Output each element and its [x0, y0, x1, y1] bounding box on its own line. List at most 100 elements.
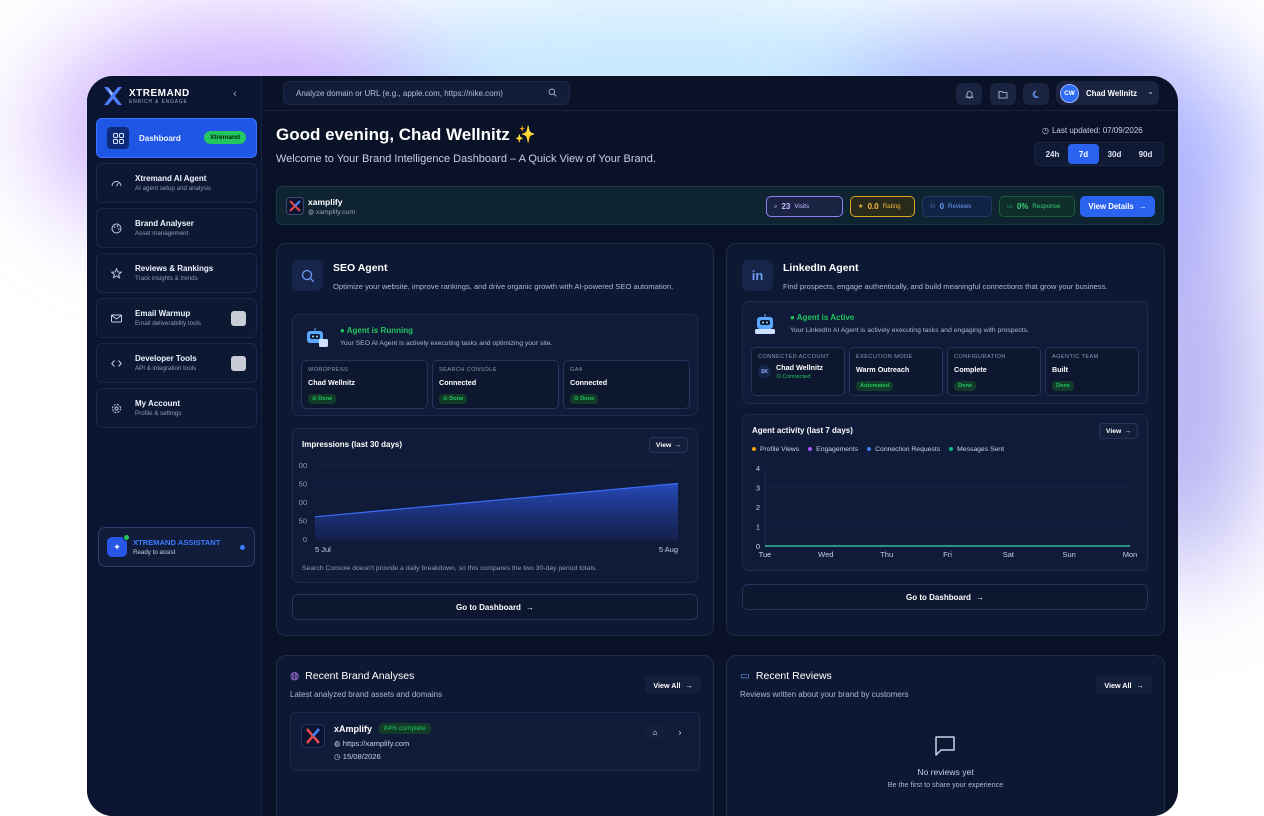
- status-badge: ⊙ Done: [570, 394, 599, 404]
- sidebar-item-label: Developer Tools: [135, 354, 197, 363]
- seo-go-to-dashboard-button[interactable]: Go to Dashboard →: [292, 594, 698, 620]
- sidebar-item-developer-tools[interactable]: Developer Tools API & integration tools: [96, 343, 257, 383]
- collapse-sidebar-icon[interactable]: ‹: [233, 88, 237, 100]
- ga4-tile[interactable]: GA4 Connected ⊙ Done: [563, 360, 690, 409]
- range-7d[interactable]: 7d: [1068, 144, 1099, 164]
- reviews-stat[interactable]: ⚇ 0 Reviews: [922, 196, 992, 217]
- page-title: Good evening, Chad Wellnitz ✨: [276, 125, 536, 144]
- range-90d[interactable]: 90d: [1130, 144, 1161, 164]
- x-tick-label: Wed: [818, 550, 833, 559]
- star-icon: [107, 264, 125, 282]
- empty-reviews-sub: Be the first to share your experience: [887, 780, 1004, 789]
- account-avatar: SK: [758, 365, 771, 378]
- analyses-view-all-button[interactable]: View All →: [645, 676, 701, 694]
- linkedin-go-to-dashboard-button[interactable]: Go to Dashboard →: [742, 584, 1148, 610]
- folder-icon: [998, 90, 1008, 98]
- y-tick-label: 2: [756, 503, 760, 512]
- sidebar-item-label: Dashboard: [139, 133, 181, 143]
- status-badge: Done: [954, 381, 976, 391]
- robot-icon: [303, 325, 329, 349]
- x-tick-label: Mon: [1123, 550, 1138, 559]
- sidebar-item-label: Xtremand AI Agent: [135, 174, 207, 183]
- x-tick-label: Sun: [1062, 550, 1075, 559]
- analysis-url: ◍ https://xamplify.com: [334, 739, 410, 748]
- sidebar-item-label: Brand Analyser: [135, 219, 194, 228]
- last-updated-text: Last updated: 07/09/2026: [1051, 126, 1143, 135]
- linkedin-agent-description: Find prospects, engage authentically, an…: [783, 282, 1108, 291]
- gear-icon: [107, 399, 125, 417]
- recent-reviews-sub: Reviews written about your brand by cust…: [740, 690, 909, 699]
- legend-connection-requests: Connection Requests: [867, 446, 940, 453]
- activity-chart-title: Agent activity (last 7 days): [752, 426, 853, 435]
- range-24h[interactable]: 24h: [1037, 144, 1068, 164]
- notifications-button[interactable]: [956, 83, 982, 105]
- status-badge: ⊙ Done: [439, 394, 468, 404]
- sidebar-item-email-warmup[interactable]: Email Warmup Email deliverability tools: [96, 298, 257, 338]
- recent-reviews-card: ▭ Recent Reviews Reviews written about yo…: [726, 655, 1165, 816]
- y-tick-label: 0: [303, 535, 307, 544]
- tag-icon: ⌂: [652, 727, 658, 737]
- view-details-button[interactable]: View Details →: [1080, 196, 1155, 217]
- execution-mode-tile[interactable]: EXECUTION MODE Warm Outreach Automated: [849, 347, 943, 396]
- sidebar-item-reviews[interactable]: Reviews & Rankings Track insights & trend…: [96, 253, 257, 293]
- activity-view-button[interactable]: View →: [1099, 423, 1138, 439]
- logo[interactable]: XTREMAND ENRICH & ENGAGE: [101, 84, 190, 108]
- grid-icon: [107, 127, 129, 149]
- y-tick-label: 50: [299, 517, 307, 526]
- sidebar-item-brand-analyser[interactable]: Brand Analyser Asset management: [96, 208, 257, 248]
- legend-messages-sent: Messages Sent: [949, 446, 1004, 453]
- chat-icon: ▭: [1007, 203, 1013, 210]
- arrow-right-icon: →: [1124, 427, 1132, 435]
- x-tick-label: Thu: [880, 550, 893, 559]
- gauge-icon: [107, 174, 125, 192]
- connected-account-tile[interactable]: CONNECTED ACCOUNT SK Chad Wellnitz ⊙ Con…: [751, 347, 845, 396]
- sidebar-item-my-account[interactable]: My Account Profile & settings: [96, 388, 257, 428]
- response-stat[interactable]: ▭ 0% Response: [999, 196, 1075, 217]
- x-tick-label: 5 Jul: [315, 545, 331, 554]
- arrow-right-icon: →: [685, 680, 693, 690]
- sparkle-icon: ✦: [107, 534, 130, 557]
- sidebar-item-ai-agent[interactable]: Xtremand AI Agent AI agent setup and anal…: [96, 163, 257, 203]
- impressions-view-button[interactable]: View →: [649, 437, 688, 453]
- linkedin-agent-title: LinkedIn Agent: [783, 262, 859, 274]
- search-icon[interactable]: [548, 88, 557, 99]
- arrow-right-icon: →: [975, 592, 984, 602]
- robot-icon: [753, 312, 779, 336]
- reviews-view-all-button[interactable]: View All →: [1096, 676, 1152, 694]
- theme-toggle-button[interactable]: [1023, 83, 1049, 105]
- open-analysis-button[interactable]: ›: [670, 724, 690, 740]
- assistant-button[interactable]: ✦ XTREMAND ASSISTANT Ready to assist: [98, 527, 255, 567]
- tag-button[interactable]: ⌂: [645, 724, 665, 740]
- y-tick-label: 1: [756, 523, 760, 532]
- configuration-tile[interactable]: CONFIGURATION Complete Done: [947, 347, 1041, 396]
- assistant-online-dot: [240, 545, 245, 550]
- impressions-chart-box: Impressions (last 30 days) View → 00 50 00 5…: [292, 428, 698, 583]
- analysis-brand-name: xAmplify: [334, 724, 373, 734]
- wordpress-tile[interactable]: WORDPRESS Chad Wellnitz ⊙ Done: [301, 360, 428, 409]
- search-console-tile[interactable]: SEARCH CONSOLE Connected ⊙ Done: [432, 360, 559, 409]
- x-tick-label: Tue: [759, 550, 772, 559]
- range-30d[interactable]: 30d: [1099, 144, 1130, 164]
- activity-chart-box: Agent activity (last 7 days) View → Profi…: [742, 414, 1148, 571]
- connected-status: ⊙ Connected: [776, 374, 811, 380]
- agentic-team-tile[interactable]: AGENTIC TEAM Built Done: [1045, 347, 1139, 396]
- arrow-right-icon: →: [674, 441, 682, 449]
- lock-icon: [231, 356, 246, 371]
- linkedin-status-title: ● Agent is Active: [790, 313, 855, 322]
- seo-status-title: ● Agent is Running: [340, 326, 413, 335]
- folder-button[interactable]: [990, 83, 1016, 105]
- palette-icon: [107, 219, 125, 237]
- user-name: Chad Wellnitz: [1086, 88, 1137, 98]
- rating-stat[interactable]: ★ 0.0 Rating: [850, 196, 915, 217]
- assistant-title: XTREMAND ASSISTANT: [133, 538, 221, 547]
- x-tick-label: Sat: [1003, 550, 1015, 559]
- visits-stat[interactable]: ⌕ 23 Visits: [766, 196, 843, 217]
- logo-tagline: ENRICH & ENGAGE: [129, 98, 188, 105]
- chevron-right-icon: ›: [678, 727, 682, 737]
- list-item[interactable]: xAmplify 84% complete ◍ https://xamplify…: [290, 712, 700, 771]
- sidebar-item-label: Email Warmup: [135, 309, 191, 318]
- y-tick-label: 00: [299, 461, 307, 470]
- user-menu[interactable]: CW Chad Wellnitz ⌄: [1056, 81, 1159, 105]
- sidebar-item-dashboard[interactable]: Dashboard Xtremand: [96, 118, 257, 158]
- search-input[interactable]: Analyze domain or URL (e.g., apple.com, …: [283, 81, 570, 105]
